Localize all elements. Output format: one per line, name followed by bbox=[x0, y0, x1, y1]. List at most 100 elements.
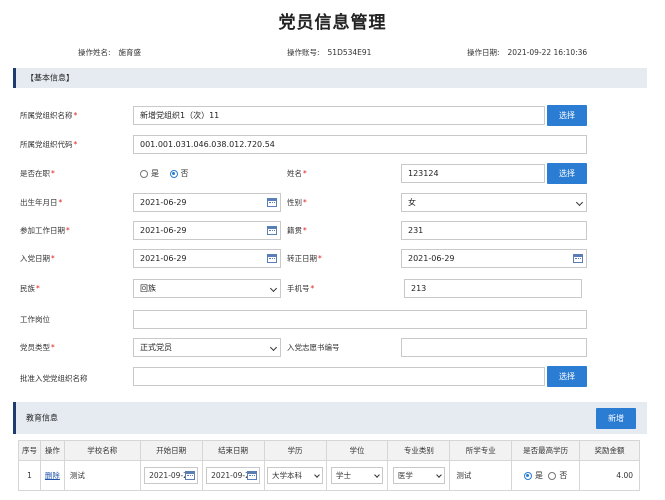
row-index: 1 bbox=[18, 460, 41, 491]
application-no-label: 入党志愿书编号 bbox=[287, 343, 340, 352]
row-reward: 4.00 bbox=[579, 460, 640, 491]
position-label: 工作岗位 bbox=[20, 315, 50, 324]
org-name-field[interactable]: 新增党组织1（次）11 bbox=[133, 106, 545, 125]
row-end-date-field[interactable]: 2021-09-22 bbox=[206, 467, 261, 484]
col-school: 学校名称 bbox=[63, 440, 141, 461]
calendar-icon[interactable] bbox=[247, 471, 258, 480]
work-date-label: 参加工作日期* bbox=[20, 226, 70, 235]
native-place-field[interactable]: 231 bbox=[401, 221, 587, 240]
org-name-select-button[interactable]: 选择 bbox=[547, 105, 587, 126]
chevron-down-icon bbox=[269, 343, 278, 352]
approve-org-field[interactable] bbox=[133, 367, 545, 386]
org-code-field[interactable]: 001.001.031.046.038.012.720.54 bbox=[133, 135, 587, 154]
chevron-down-icon bbox=[575, 198, 584, 207]
basic-info-title: 【基本信息】 bbox=[26, 73, 74, 83]
education-header: 教育信息 bbox=[13, 402, 647, 434]
chevron-down-icon bbox=[374, 472, 380, 478]
employed-yes-radio[interactable] bbox=[140, 169, 148, 178]
phone-label: 手机号* bbox=[287, 284, 315, 293]
join-date-value: 2021-06-29 bbox=[140, 254, 187, 263]
chevron-down-icon bbox=[436, 472, 442, 478]
col-highest: 是否最高学历 bbox=[511, 440, 581, 461]
phone-field[interactable]: 213 bbox=[404, 279, 582, 298]
delete-row-link[interactable]: 删除 bbox=[45, 471, 60, 480]
highest-no-label: 否 bbox=[559, 471, 568, 480]
col-major-type: 专业类别 bbox=[387, 440, 451, 461]
position-field[interactable] bbox=[133, 310, 587, 329]
employed-label: 是否在职* bbox=[20, 169, 55, 178]
row-start-date-field[interactable]: 2021-09-22 bbox=[144, 467, 199, 484]
org-code-label: 所属党组织代码* bbox=[20, 140, 78, 149]
operator-info: 操作姓名: 施育盛 bbox=[78, 47, 141, 58]
birth-date-field[interactable]: 2021-06-29 bbox=[133, 193, 281, 212]
operator-label: 操作姓名: bbox=[78, 48, 111, 57]
formal-date-label: 转正日期* bbox=[287, 254, 322, 263]
highest-yes-label: 是 bbox=[534, 471, 543, 480]
gender-label: 性别* bbox=[287, 198, 307, 207]
table-row: 1 删除 测试 2021-09-22 2021-09-22 大学本科 学士 医学… bbox=[18, 460, 640, 491]
account-info: 操作账号: 51D534E91 bbox=[287, 47, 371, 58]
birth-date-label: 出生年月日* bbox=[20, 198, 63, 207]
col-end-date: 结束日期 bbox=[201, 440, 265, 461]
date-label: 操作日期: bbox=[467, 48, 500, 57]
member-type-label: 党员类型* bbox=[20, 343, 55, 352]
table-header-row: 序号 操作 学校名称 开始日期 结束日期 学历 学位 专业类别 所学专业 是否最… bbox=[18, 440, 640, 461]
row-education-select[interactable]: 大学本科 bbox=[267, 467, 324, 484]
gender-select[interactable]: 女 bbox=[401, 193, 587, 212]
row-major-type-select[interactable]: 医学 bbox=[392, 467, 445, 484]
join-date-field[interactable]: 2021-06-29 bbox=[133, 249, 281, 268]
basic-info-header: 【基本信息】 bbox=[13, 68, 647, 88]
org-name-label: 所属党组织名称* bbox=[20, 111, 78, 120]
row-degree-select[interactable]: 学士 bbox=[330, 467, 383, 484]
employed-no-radio[interactable] bbox=[169, 169, 178, 178]
col-index: 序号 bbox=[18, 440, 41, 461]
chevron-down-icon bbox=[269, 284, 278, 293]
col-education: 学历 bbox=[263, 440, 327, 461]
name-field[interactable]: 123124 bbox=[401, 164, 545, 183]
account-label: 操作账号: bbox=[287, 48, 320, 57]
employed-no-label: 否 bbox=[180, 169, 189, 178]
ethnicity-value: 回族 bbox=[140, 284, 156, 293]
page-title: 党员信息管理 bbox=[278, 13, 387, 33]
calendar-icon[interactable] bbox=[267, 198, 277, 207]
employed-radio-group: 是 否 bbox=[140, 168, 197, 179]
calendar-icon[interactable] bbox=[267, 254, 277, 263]
approve-org-select-button[interactable]: 选择 bbox=[547, 366, 587, 387]
native-place-label: 籍贯* bbox=[287, 226, 307, 235]
col-start-date: 开始日期 bbox=[139, 440, 203, 461]
col-reward: 奖励金额 bbox=[579, 440, 640, 461]
name-select-button[interactable]: 选择 bbox=[547, 163, 587, 184]
row-degree-value: 学士 bbox=[335, 471, 351, 480]
calendar-icon[interactable] bbox=[267, 226, 277, 235]
work-date-value: 2021-06-29 bbox=[140, 226, 187, 235]
approve-org-label: 批准入党党组织名称 bbox=[20, 374, 88, 383]
ethnicity-label: 民族* bbox=[20, 284, 40, 293]
row-school: 测试 bbox=[63, 460, 141, 491]
operator-value: 施育盛 bbox=[118, 48, 142, 57]
employed-yes-label: 是 bbox=[151, 169, 159, 178]
application-no-field[interactable] bbox=[401, 338, 587, 357]
ethnicity-select[interactable]: 回族 bbox=[133, 279, 281, 298]
row-major: 测试 bbox=[449, 460, 513, 491]
highest-no-radio[interactable] bbox=[548, 471, 557, 480]
row-major-type-value: 医学 bbox=[397, 471, 413, 480]
col-degree: 学位 bbox=[325, 440, 389, 461]
highest-yes-radio[interactable] bbox=[523, 471, 532, 480]
date-info: 操作日期: 2021-09-22 16:10:36 bbox=[467, 47, 587, 58]
formal-date-value: 2021-06-29 bbox=[408, 254, 455, 263]
education-title: 教育信息 bbox=[26, 413, 58, 423]
col-major: 所学专业 bbox=[449, 440, 513, 461]
formal-date-field[interactable]: 2021-06-29 bbox=[401, 249, 587, 268]
chevron-down-icon bbox=[314, 472, 320, 478]
calendar-icon[interactable] bbox=[573, 254, 583, 263]
add-education-button[interactable]: 新增 bbox=[596, 408, 636, 429]
gender-value: 女 bbox=[408, 198, 416, 207]
calendar-icon[interactable] bbox=[185, 471, 196, 480]
work-date-field[interactable]: 2021-06-29 bbox=[133, 221, 281, 240]
member-type-select[interactable]: 正式党员 bbox=[133, 338, 281, 357]
account-value: 51D534E91 bbox=[327, 48, 372, 57]
birth-date-value: 2021-06-29 bbox=[140, 198, 187, 207]
join-date-label: 入党日期* bbox=[20, 254, 55, 263]
col-action: 操作 bbox=[39, 440, 65, 461]
education-table: 序号 操作 学校名称 开始日期 结束日期 学历 学位 专业类别 所学专业 是否最… bbox=[18, 440, 640, 491]
